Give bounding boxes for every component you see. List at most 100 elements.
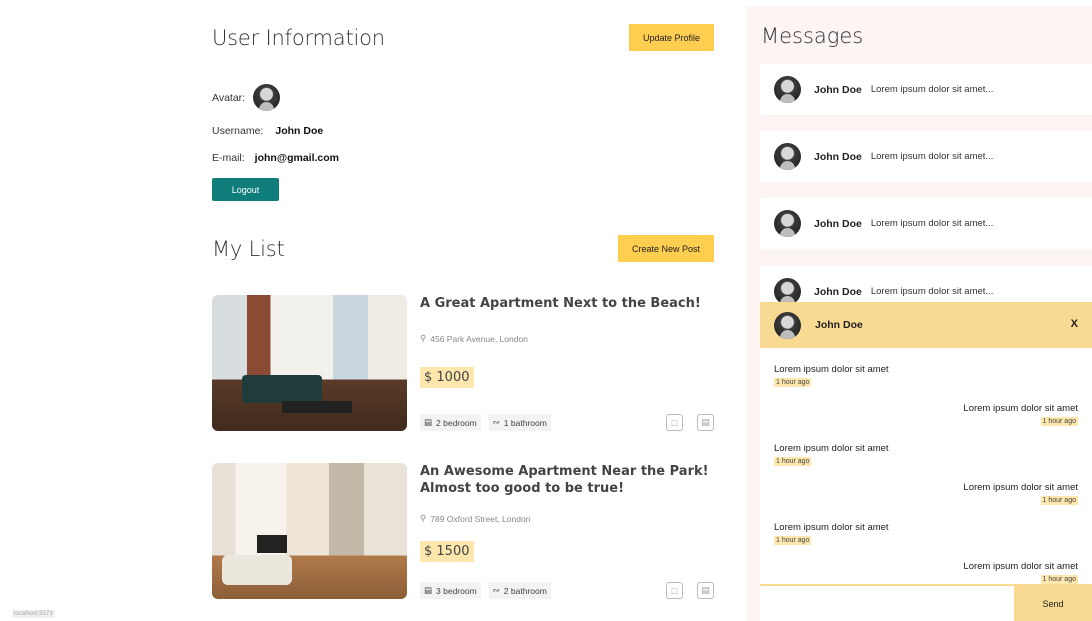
post-features: ▤ 3 bedroom ∾ 2 bathroom xyxy=(420,582,551,599)
post-address-text: 789 Oxford Street, London xyxy=(430,513,531,524)
chat-message: Lorem ipsum dolor sit amet 1 hour ago xyxy=(963,561,1078,584)
chat-message-input[interactable] xyxy=(760,586,1014,621)
post-price: $ 1000 xyxy=(420,367,474,388)
avatar xyxy=(774,143,801,170)
user-info-header: User Information Update Profile xyxy=(212,24,714,56)
avatar xyxy=(774,278,801,305)
user-info-title: User Information xyxy=(212,26,385,50)
bedroom-feature: ▤ 3 bedroom xyxy=(420,582,481,599)
email-label: E-mail: xyxy=(212,152,245,164)
avatar xyxy=(774,210,801,237)
close-icon[interactable]: X xyxy=(1071,318,1078,330)
chat-message-text: Lorem ipsum dolor sit amet xyxy=(963,403,1078,414)
list-item: An Awesome Apartment Near the Park! Almo… xyxy=(212,463,714,599)
apartment-image[interactable] xyxy=(212,463,407,599)
username-row: Username: John Doe xyxy=(212,125,323,137)
post-actions: □ ▤ xyxy=(666,582,714,599)
location-pin-icon: ⚲ xyxy=(420,513,427,523)
chat-message-time: 1 hour ago xyxy=(1040,496,1078,505)
message-preview: Lorem ipsum dolor sit amet... xyxy=(870,218,994,229)
post-address: ⚲ 456 Park Avenue, London xyxy=(420,333,528,344)
sofa-shape xyxy=(242,375,322,403)
message-sender: John Doe xyxy=(814,150,862,163)
chat-message: Lorem ipsum dolor sit amet 1 hour ago xyxy=(774,364,889,387)
username-value: John Doe xyxy=(275,125,324,137)
bedroom-text: 3 bedroom xyxy=(436,585,477,596)
avatar-row: Avatar: xyxy=(212,84,281,111)
chat-message-text: Lorem ipsum dolor sit amet xyxy=(774,443,889,454)
bookmark-icon[interactable]: □ xyxy=(666,414,683,431)
messages-title: Messages xyxy=(761,24,864,48)
chat-message: Lorem ipsum dolor sit amet 1 hour ago xyxy=(963,403,1078,426)
message-preview: Lorem ipsum dolor sit amet... xyxy=(870,151,994,162)
bed-icon: ▤ xyxy=(424,417,433,427)
my-list-header: My List Create New Post xyxy=(212,235,714,267)
messages-panel: Messages John Doe Lorem ipsum dolor sit … xyxy=(746,6,1092,621)
post-address: ⚲ 789 Oxford Street, London xyxy=(420,513,530,524)
bath-icon: ∾ xyxy=(492,417,500,427)
message-sender: John Doe xyxy=(814,83,862,96)
bedroom-text: 2 bedroom xyxy=(436,417,477,428)
chat-message-text: Lorem ipsum dolor sit amet xyxy=(774,522,889,533)
message-sender: John Doe xyxy=(814,285,862,298)
message-item[interactable]: John Doe Lorem ipsum dolor sit amet... xyxy=(760,198,1092,249)
email-value: john@gmail.com xyxy=(254,152,339,164)
username-label: Username: xyxy=(212,125,264,137)
status-url: localhost:5173 xyxy=(12,610,55,618)
avatar-label: Avatar: xyxy=(212,91,246,104)
chat-message: Lorem ipsum dolor sit amet 1 hour ago xyxy=(963,482,1078,505)
chat-message-time: 1 hour ago xyxy=(1040,417,1078,426)
chat-icon[interactable]: ▤ xyxy=(697,582,714,599)
create-new-post-button[interactable]: Create New Post xyxy=(617,235,714,262)
my-list-title: My List xyxy=(212,237,285,261)
chat-box: John Doe X Lorem ipsum dolor sit amet 1 … xyxy=(760,302,1092,621)
chat-message-text: Lorem ipsum dolor sit amet xyxy=(774,364,889,375)
sofa-shape xyxy=(222,555,292,585)
chat-message-text: Lorem ipsum dolor sit amet xyxy=(963,561,1078,572)
post-features: ▤ 2 bedroom ∾ 1 bathroom xyxy=(420,414,551,431)
avatar xyxy=(774,76,801,103)
bathroom-text: 2 bathroom xyxy=(503,585,547,596)
chat-message-time: 1 hour ago xyxy=(774,378,812,387)
bathroom-feature: ∾ 1 bathroom xyxy=(488,414,551,431)
bath-icon: ∾ xyxy=(492,585,500,595)
tv-shape xyxy=(257,535,287,553)
chat-message-text: Lorem ipsum dolor sit amet xyxy=(963,482,1078,493)
avatar xyxy=(774,311,801,339)
post-title[interactable]: A Great Apartment Next to the Beach! xyxy=(420,295,714,312)
post-address-text: 456 Park Avenue, London xyxy=(430,333,528,344)
chat-message: Lorem ipsum dolor sit amet 1 hour ago xyxy=(774,522,889,545)
post-title[interactable]: An Awesome Apartment Near the Park! Almo… xyxy=(420,463,714,497)
post-actions: □ ▤ xyxy=(666,414,714,431)
chat-header: John Doe xyxy=(760,302,1092,348)
logout-button[interactable]: Logout xyxy=(212,178,279,201)
send-button[interactable]: Send xyxy=(1014,586,1092,621)
chat-message-time: 1 hour ago xyxy=(774,457,812,466)
left-column: User Information Update Profile Avatar: … xyxy=(212,0,714,621)
chat-message-time: 1 hour ago xyxy=(774,536,812,545)
card-body: A Great Apartment Next to the Beach! ⚲ 4… xyxy=(420,295,714,431)
chat-recipient-name: John Doe xyxy=(815,319,863,331)
chat-message: Lorem ipsum dolor sit amet 1 hour ago xyxy=(774,443,889,466)
chat-icon[interactable]: ▤ xyxy=(697,414,714,431)
message-item[interactable]: John Doe Lorem ipsum dolor sit amet... xyxy=(760,64,1092,115)
bookmark-icon[interactable]: □ xyxy=(666,582,683,599)
list-item: A Great Apartment Next to the Beach! ⚲ 4… xyxy=(212,295,714,431)
bedroom-feature: ▤ 2 bedroom xyxy=(420,414,481,431)
message-preview: Lorem ipsum dolor sit amet... xyxy=(870,286,994,297)
location-pin-icon: ⚲ xyxy=(420,333,427,343)
message-item[interactable]: John Doe Lorem ipsum dolor sit amet... xyxy=(760,131,1092,182)
email-row: E-mail: john@gmail.com xyxy=(212,152,339,164)
bed-icon: ▤ xyxy=(424,585,433,595)
bathroom-feature: ∾ 2 bathroom xyxy=(488,582,551,599)
apartment-image[interactable] xyxy=(212,295,407,431)
bathroom-text: 1 bathroom xyxy=(503,417,547,428)
message-sender: John Doe xyxy=(814,217,862,230)
chat-message-time: 1 hour ago xyxy=(1040,575,1078,584)
card-body: An Awesome Apartment Near the Park! Almo… xyxy=(420,463,714,599)
table-shape xyxy=(282,401,352,413)
message-preview: Lorem ipsum dolor sit amet... xyxy=(870,84,994,95)
avatar xyxy=(253,84,281,111)
post-price: $ 1500 xyxy=(420,541,474,562)
update-profile-button[interactable]: Update Profile xyxy=(628,24,714,51)
